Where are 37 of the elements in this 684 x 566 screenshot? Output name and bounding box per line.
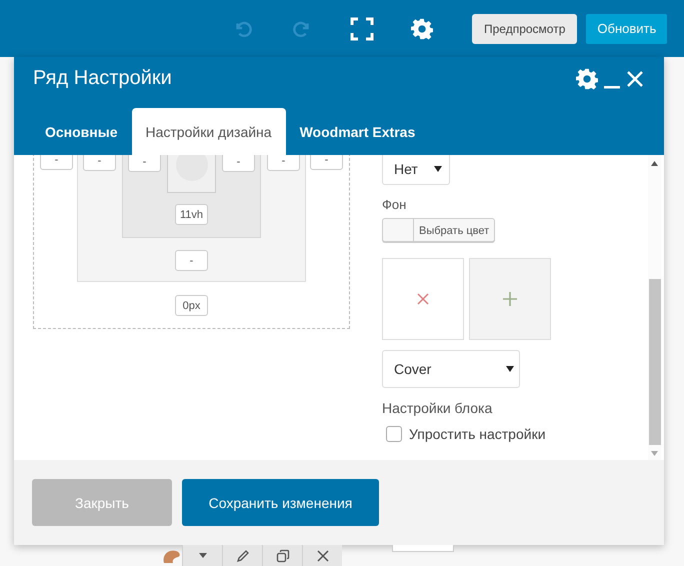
simplify-checkbox[interactable]: Упростить настройки [386,426,546,442]
background-size-select[interactable]: Cover [382,350,520,388]
border-right-field[interactable]: - [267,155,300,171]
save-button[interactable]: Сохранить изменения [182,479,379,526]
add-icon [503,292,517,306]
border-left-field[interactable]: - [83,155,116,171]
border-bottom-field[interactable]: - [175,250,208,271]
field-label: Фон [382,197,406,212]
close-icon[interactable] [626,70,644,88]
checkbox[interactable] [386,426,402,442]
fullscreen-icon[interactable] [350,16,374,40]
caret-icon [434,166,442,172]
delete-icon[interactable] [302,545,342,566]
input-field[interactable] [392,545,454,552]
section-label: Настройки блока [382,400,492,416]
settings-icon[interactable] [411,18,433,40]
color-picker-button[interactable]: Выбрать цвет [382,218,496,242]
tab[interactable]: Woodmart Extras [286,108,430,156]
remove-icon [417,293,429,305]
preview-button[interactable]: Предпросмотр [472,14,578,44]
tab[interactable]: Настройки дизайна [132,108,286,156]
dialog-title: Ряд Настройки [33,67,173,90]
padding-right-field[interactable]: - [222,155,255,172]
scrollbar[interactable] [648,155,661,460]
settings-icon[interactable] [576,68,598,90]
scroll-up-icon[interactable] [651,161,658,166]
padding-left-field[interactable]: - [128,155,161,172]
edit-icon[interactable] [222,545,262,566]
margin-left-field[interactable]: - [40,155,73,170]
caret-icon[interactable] [182,545,222,566]
padding-bottom-field[interactable]: 11vh [175,204,208,225]
margin-bottom-field[interactable]: 0px [175,295,208,316]
margin-right-field[interactable]: - [310,155,343,170]
copy-icon[interactable] [262,545,302,566]
tab[interactable]: Основные [31,108,132,156]
caret-icon [506,366,514,372]
border-style-select[interactable]: Нет [382,155,450,185]
